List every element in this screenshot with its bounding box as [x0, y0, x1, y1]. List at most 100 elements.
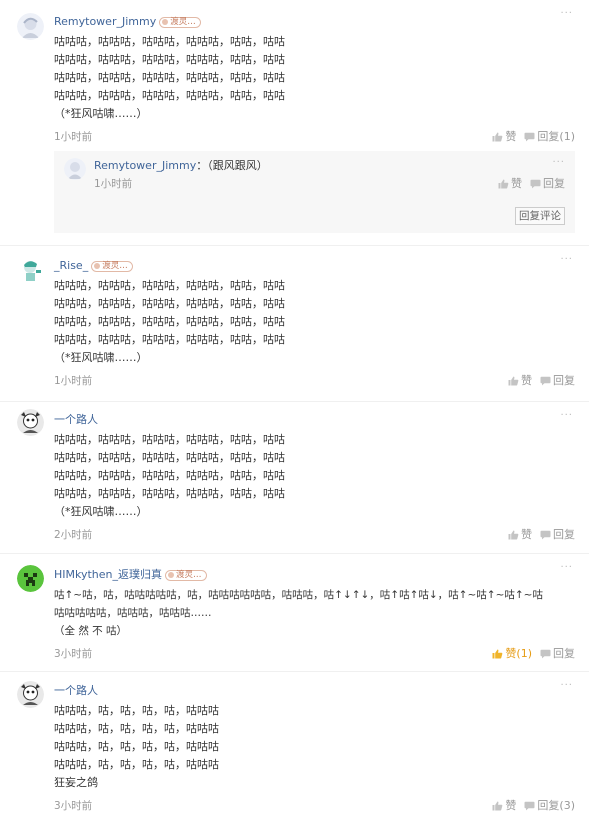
more-options-icon[interactable]: ··· [560, 254, 573, 265]
like-label: 赞 [505, 799, 517, 812]
comment-actions: 赞 回复(1) [484, 127, 575, 147]
thumbs-up-icon [508, 376, 519, 386]
comment-text: 咕咕咕，咕咕咕，咕咕咕，咕咕咕，咕咕，咕咕 咕咕咕，咕咕咕，咕咕咕，咕咕咕，咕咕… [54, 279, 285, 364]
speech-bubble-icon [540, 376, 551, 386]
timestamp: 3小时前 [54, 800, 93, 812]
author-name[interactable]: _Rise_ [54, 257, 88, 275]
avatar[interactable] [64, 158, 86, 180]
author-name[interactable]: HIMkythen_返璞归真 [54, 566, 162, 584]
comment-meta: 2小时前 赞 回复 [54, 525, 575, 545]
reply-button[interactable]: 回复(1) [524, 127, 575, 147]
reply-text: ：（跟风跟风） [196, 159, 268, 172]
like-button[interactable]: 赞 [492, 127, 516, 147]
thumbs-up-icon [492, 649, 503, 659]
badge-label: 渡灵… [102, 260, 128, 271]
thumbs-up-icon [492, 801, 503, 811]
more-options-icon[interactable]: ··· [560, 410, 573, 421]
avatar[interactable] [17, 681, 44, 708]
comment-actions: 赞(1) 回复 [484, 644, 575, 664]
avatar[interactable] [17, 256, 44, 283]
author-name[interactable]: 一个路人 [54, 682, 98, 700]
comment-actions: 赞 回复(3) [484, 796, 575, 816]
author-line: Remytower_Jimmy 渡灵… [54, 13, 575, 31]
comment-item: ··· _Rise_ 渡灵… 咕咕咕，咕咕咕，咕咕咕，咕咕咕，咕咕，咕咕 咕咕咕… [0, 246, 589, 402]
speech-bubble-icon [524, 132, 535, 142]
reply-button[interactable]: 回复 [540, 371, 575, 391]
comment-actions: 赞 回复 [500, 371, 575, 391]
comment-actions: 赞 回复 [500, 525, 575, 545]
timestamp: 1小时前 [54, 375, 93, 387]
author-name[interactable]: 一个路人 [54, 411, 98, 429]
reply-content: Remytower_Jimmy：（跟风跟风） [94, 157, 565, 175]
author-line: 一个路人 [54, 411, 575, 429]
comment-meta: 3小时前 赞(1) 回复 [54, 644, 575, 664]
like-label: 赞 [505, 130, 517, 143]
comment-item: ··· Remytower_Jimmy 渡灵… 咕咕咕，咕咕咕，咕咕咕，咕咕咕，… [0, 0, 589, 246]
reply-meta: 1小时前 赞 回复 [94, 175, 565, 193]
speech-bubble-icon [540, 530, 551, 540]
like-button[interactable]: 赞 [498, 175, 522, 193]
author-line: _Rise_ 渡灵… [54, 257, 575, 275]
comment-meta: 1小时前 赞 回复 [54, 371, 575, 391]
more-options-icon[interactable]: ··· [560, 680, 573, 691]
comment-item: ··· HIMkythen_返璞归真 渡灵… 咕↑~咕，咕，咕咕咕咕咕，咕，咕咕… [0, 554, 589, 672]
badge-label: 渡灵… [170, 16, 196, 27]
like-button[interactable]: 赞(1) [492, 644, 532, 664]
user-badge: 渡灵… [159, 16, 201, 28]
comment-text: 咕咕咕，咕咕咕，咕咕咕，咕咕咕，咕咕，咕咕 咕咕咕，咕咕咕，咕咕咕，咕咕咕，咕咕… [54, 35, 285, 120]
reply-label: 回复 [553, 528, 575, 541]
speech-bubble-icon [540, 649, 551, 659]
comment-meta: 3小时前 赞 回复(3) [54, 796, 575, 816]
comment-text: 咕咕咕，咕咕咕，咕咕咕，咕咕咕，咕咕，咕咕 咕咕咕，咕咕咕，咕咕咕，咕咕咕，咕咕… [54, 433, 285, 518]
like-button[interactable]: 赞 [508, 525, 532, 545]
like-label: 赞 [511, 177, 522, 190]
author-name[interactable]: Remytower_Jimmy [54, 13, 156, 31]
timestamp: 2小时前 [54, 529, 93, 541]
reply-comment-button[interactable]: 回复评论 [515, 207, 565, 225]
badge-icon [162, 19, 169, 25]
reply-button[interactable]: 回复 [540, 644, 575, 664]
user-badge: 渡灵… [165, 569, 207, 581]
author-line: 一个路人 [54, 682, 575, 700]
timestamp: 1小时前 [54, 131, 93, 143]
reply-author-name[interactable]: Remytower_Jimmy [94, 159, 196, 172]
badge-label: 渡灵… [176, 569, 202, 580]
comment-meta: 1小时前 赞 回复(1) [54, 127, 575, 147]
thumbs-up-icon [498, 179, 509, 189]
thumbs-up-icon [508, 530, 519, 540]
avatar[interactable] [17, 409, 44, 436]
like-button[interactable]: 赞 [508, 371, 532, 391]
user-badge: 渡灵… [91, 260, 133, 272]
like-label: 赞(1) [505, 647, 532, 660]
like-label: 赞 [521, 528, 532, 541]
reply-label: 回复 [553, 374, 575, 387]
more-options-icon[interactable]: ··· [560, 8, 573, 19]
like-button[interactable]: 赞 [492, 796, 516, 816]
reply-label: 回复(3) [537, 799, 575, 812]
avatar[interactable] [17, 13, 44, 40]
author-line: HIMkythen_返璞归真 渡灵… [54, 566, 575, 584]
comment-text: 咕↑~咕，咕，咕咕咕咕咕，咕，咕咕咕咕咕咕，咕咕咕，咕↑↓↑↓，咕↑咕↑咕↓，咕… [54, 589, 543, 637]
reply-button[interactable]: 回复 [540, 525, 575, 545]
badge-icon [168, 572, 175, 578]
reply-actions: 赞 回复 [490, 175, 565, 193]
comment-item: ··· 一个路人 咕咕咕，咕，咕，咕，咕，咕咕咕 咕咕咕，咕，咕，咕，咕，咕咕咕… [0, 672, 589, 820]
reply-label: 回复 [553, 647, 575, 660]
thumbs-up-icon [492, 132, 503, 142]
reply-label: 回复(1) [537, 130, 575, 143]
avatar[interactable] [17, 565, 44, 592]
speech-bubble-icon [530, 179, 541, 189]
comment-item: ··· 一个路人 咕咕咕，咕咕咕，咕咕咕，咕咕咕，咕咕，咕咕 咕咕咕，咕咕咕，咕… [0, 402, 589, 554]
reply-button[interactable]: 回复 [530, 175, 565, 193]
like-label: 赞 [521, 374, 532, 387]
more-options-icon[interactable]: ··· [552, 157, 565, 168]
badge-icon [94, 263, 101, 269]
timestamp: 3小时前 [54, 648, 93, 660]
speech-bubble-icon [524, 801, 535, 811]
reply-thread: ··· Remytower_Jimmy：（跟风跟风） 1小时前 赞 回复 回复评… [54, 151, 575, 233]
timestamp: 1小时前 [94, 178, 133, 190]
comment-text: 咕咕咕，咕，咕，咕，咕，咕咕咕 咕咕咕，咕，咕，咕，咕，咕咕咕 咕咕咕，咕，咕，… [54, 704, 219, 789]
reply-label: 回复 [543, 177, 565, 190]
reply-button[interactable]: 回复(3) [524, 796, 575, 816]
more-options-icon[interactable]: ··· [560, 562, 573, 573]
